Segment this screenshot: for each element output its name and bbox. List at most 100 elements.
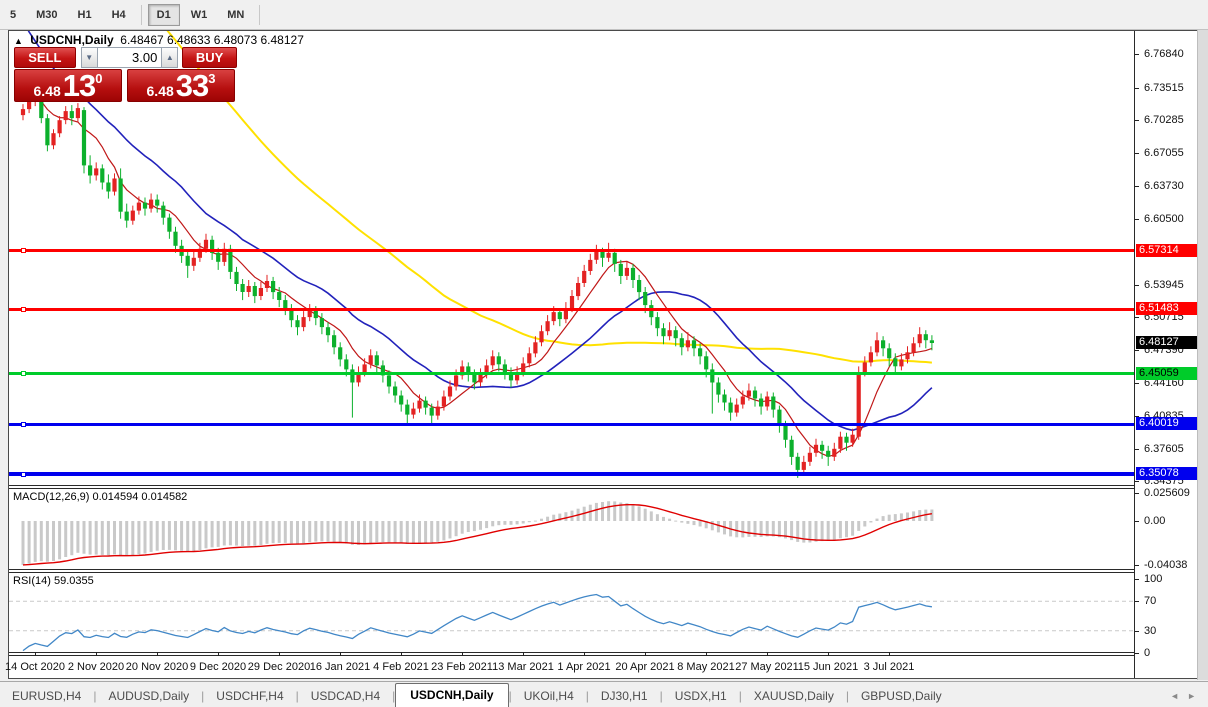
macd-histogram-bar: [449, 521, 452, 539]
period-button-h4[interactable]: H4: [103, 4, 135, 26]
level-line-handle[interactable]: [21, 248, 26, 253]
macd-histogram-bar: [412, 521, 415, 544]
date-label: 14 Oct 2020: [5, 661, 65, 673]
price-tick-label: 6.63730: [1144, 180, 1184, 192]
chart-tab-xauusd[interactable]: XAUUSD,Daily: [742, 685, 846, 707]
macd-histogram-bar: [320, 521, 323, 541]
chart-tab-dj30[interactable]: DJ30,H1: [589, 685, 660, 707]
candle: [832, 443, 836, 461]
macd-histogram-bar: [58, 521, 61, 559]
timeframe-toolbar: 5M30H1H4 D1W1MN: [0, 0, 1208, 30]
trading-terminal: 5M30H1H4D1W1MN 14 Oct 20202 Nov 202020 N…: [0, 0, 1208, 707]
date-tick: [584, 652, 585, 656]
macd-histogram-bar: [186, 521, 189, 551]
buy-price-display[interactable]: 6.48 33 3: [127, 69, 235, 102]
macd-histogram-bar: [137, 521, 140, 555]
macd-histogram-bar: [388, 521, 391, 542]
candle: [875, 332, 879, 356]
sell-button[interactable]: SELL: [14, 47, 76, 68]
macd-histogram-bar: [516, 521, 519, 524]
chart-tab-ukoil[interactable]: UKOil,H4: [512, 685, 586, 707]
period-button-mn[interactable]: MN: [218, 4, 253, 26]
candle: [722, 390, 726, 411]
chart-tab-usdcad[interactable]: USDCAD,H4: [299, 685, 392, 707]
macd-histogram-bar: [192, 521, 195, 551]
price-tick: [1135, 219, 1139, 220]
candle: [405, 400, 409, 424]
date-tick: [279, 652, 280, 656]
period-button-m30[interactable]: M30: [27, 4, 66, 26]
level-line-6.40019[interactable]: [9, 423, 1134, 426]
candle: [326, 322, 330, 342]
date-tick: [96, 652, 97, 656]
volume-decrease-button[interactable]: ▼: [81, 47, 98, 68]
candle: [777, 406, 781, 433]
sell-price-display[interactable]: 6.48 13 0: [14, 69, 122, 102]
moving-average-fast: [23, 89, 932, 456]
date-tick: [157, 652, 158, 656]
candle: [167, 214, 171, 239]
macd-histogram-bar: [503, 521, 506, 525]
price-axis[interactable]: 6.768406.735156.702856.670556.637306.605…: [1134, 31, 1197, 678]
level-line-6.35078[interactable]: [9, 472, 1134, 476]
candle: [655, 312, 659, 336]
macd-histogram-bar: [845, 521, 848, 537]
macd-histogram-bar: [174, 521, 177, 550]
macd-histogram-bar: [266, 521, 269, 544]
chart-tab-audusd[interactable]: AUDUSD,Daily: [96, 685, 201, 707]
macd-histogram-bar: [741, 521, 744, 537]
level-line-handle[interactable]: [21, 307, 26, 312]
macd-histogram-bar: [76, 521, 79, 553]
level-line-6.51483[interactable]: [9, 308, 1134, 311]
volume-input[interactable]: 3.00: [98, 47, 162, 68]
tab-scroll-left-icon[interactable]: ◄: [1170, 691, 1179, 701]
macd-histogram-bar: [686, 521, 689, 524]
candle: [790, 436, 794, 465]
vertical-scrollbar[interactable]: [1197, 30, 1208, 680]
macd-histogram-bar: [473, 521, 476, 531]
chart-tab-usdchf[interactable]: USDCHF,H4: [204, 685, 295, 707]
price-tick-label: 6.53945: [1144, 279, 1184, 291]
level-line-handle[interactable]: [21, 472, 26, 477]
macd-histogram-bar: [674, 521, 677, 522]
date-label: 16 Jan 2021: [310, 661, 371, 673]
period-button-5[interactable]: 5: [1, 4, 25, 26]
period-button-w1[interactable]: W1: [182, 4, 217, 26]
candle: [576, 277, 580, 300]
macd-histogram-bar: [107, 521, 110, 555]
macd-histogram-bar: [259, 521, 262, 545]
level-line-handle[interactable]: [21, 371, 26, 376]
collapse-triangle-icon[interactable]: ▲: [14, 36, 23, 46]
level-line-6.57314[interactable]: [9, 249, 1134, 252]
date-label: 9 Dec 2020: [190, 661, 246, 673]
chart-tab-gbpusd[interactable]: GBPUSD,Daily: [849, 685, 954, 707]
macd-histogram-bar: [833, 521, 836, 540]
candle: [259, 282, 263, 300]
chart-tab-usdx[interactable]: USDX,H1: [663, 685, 739, 707]
period-button-d1[interactable]: D1: [148, 4, 180, 26]
candle: [460, 360, 464, 379]
macd-histogram-bar: [241, 521, 244, 546]
candle: [613, 249, 617, 272]
macd-histogram-bar: [375, 521, 378, 542]
level-line-handle[interactable]: [21, 422, 26, 427]
candle: [497, 352, 501, 371]
date-label: 23 Feb 2021: [431, 661, 493, 673]
macd-histogram-bar: [34, 521, 37, 562]
candle: [808, 447, 812, 466]
macd-histogram-bar: [461, 521, 464, 534]
level-line-6.45059[interactable]: [9, 372, 1134, 375]
candle: [661, 323, 665, 344]
macd-histogram-bar: [150, 521, 153, 552]
date-tick: [35, 652, 36, 656]
tab-scroll-right-icon[interactable]: ►: [1187, 691, 1196, 701]
macd-histogram-bar: [125, 521, 128, 556]
period-button-h1[interactable]: H1: [69, 4, 101, 26]
price-tick: [1135, 285, 1139, 286]
chart-tab-usdcnh[interactable]: USDCNH,Daily: [395, 683, 508, 707]
buy-button[interactable]: BUY: [182, 47, 237, 68]
volume-increase-button[interactable]: ▲: [161, 47, 178, 68]
candle: [155, 195, 159, 213]
chart-tab-eurusd[interactable]: EURUSD,H4: [0, 685, 93, 707]
candle: [161, 202, 165, 225]
